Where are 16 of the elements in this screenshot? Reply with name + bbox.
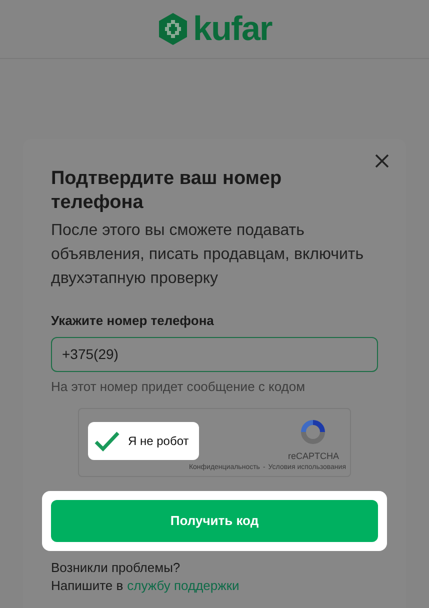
phone-label: Укажите номер телефона <box>51 312 215 330</box>
recaptcha-logo-icon <box>298 417 328 447</box>
get-code-button[interactable]: Получить код <box>51 500 378 542</box>
support-link[interactable]: службу поддержки <box>127 577 240 595</box>
close-icon <box>375 154 389 168</box>
phone-field[interactable]: +375(29) <box>51 336 378 372</box>
dialog-title: Подтвердите ваш номер телефона <box>51 167 283 215</box>
phone-helper: На этот номер придет сообщение с кодом <box>51 378 306 396</box>
recaptcha-checkbox[interactable]: Я не робот <box>88 422 199 460</box>
help-question: Возникли проблемы? <box>51 559 182 577</box>
help-text: Напишите в <box>51 577 124 595</box>
dialog-description: После этого вы сможете подавать объявления, писать продавцам, включить двухэтапную проверку <box>51 221 365 289</box>
check-icon <box>94 430 120 452</box>
logo-icon <box>157 12 190 46</box>
recaptcha-brand: reCAPTCHA <box>288 450 339 463</box>
logo-text: kufar <box>193 12 272 46</box>
